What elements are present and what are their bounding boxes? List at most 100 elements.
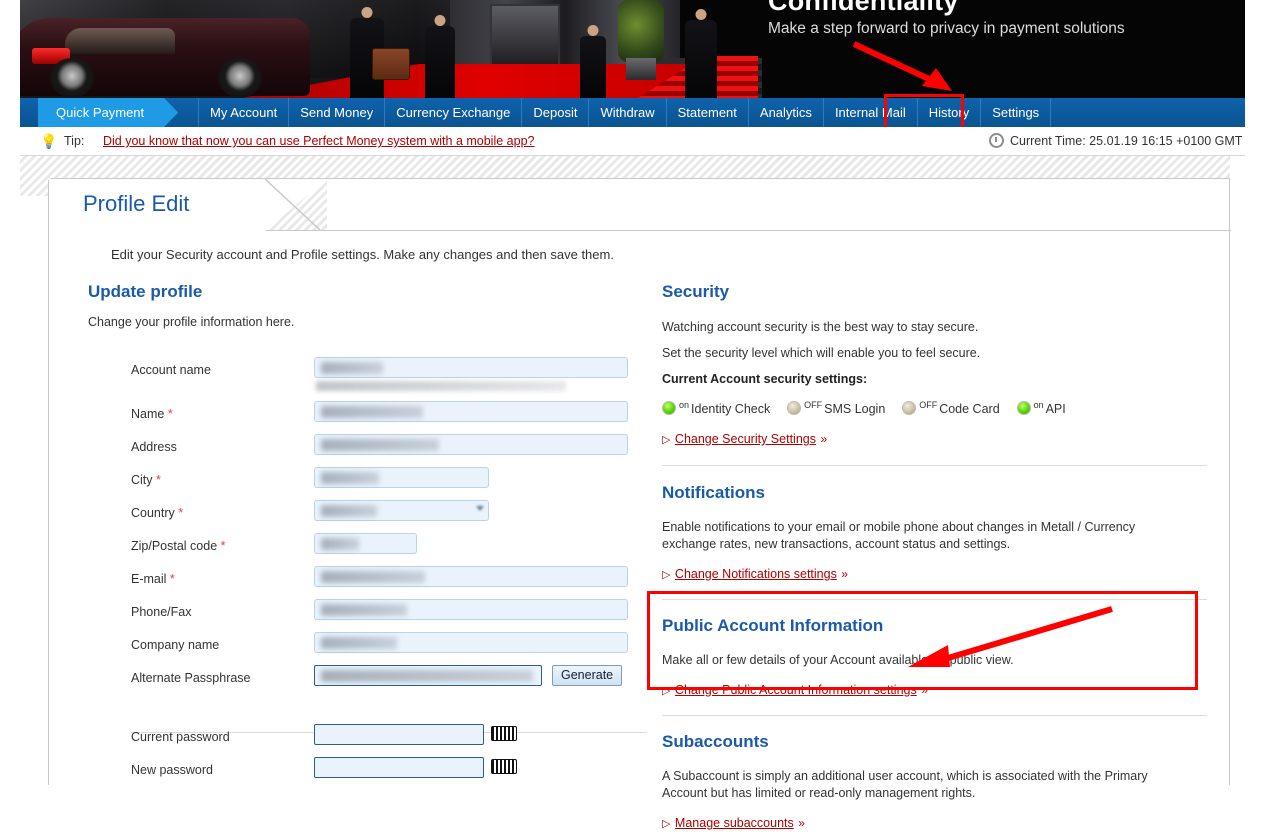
select-country[interactable] [314, 500, 489, 521]
banner-bodyguard [685, 9, 717, 98]
change-security-settings-link[interactable]: Change Security Settings [675, 432, 816, 446]
lightbulb-icon: 💡 [40, 133, 58, 149]
account-name-hint-redacted [316, 381, 566, 391]
required-marker: * [178, 506, 184, 520]
change-notifications-settings-link[interactable]: Change Notifications settings [675, 567, 837, 581]
banner-wheel [50, 58, 94, 98]
redacted-value [321, 362, 383, 374]
nav-item-currency-exchange[interactable]: Currency Exchange [385, 98, 523, 127]
banner-photograph [20, 0, 762, 98]
nav-item-send-money[interactable]: Send Money [289, 98, 386, 127]
virtual-keyboard-icon[interactable] [491, 759, 517, 774]
banner-limousine-open-door [270, 14, 338, 88]
label-city: City * [131, 473, 161, 487]
banner-briefcase [372, 48, 410, 80]
link-chevron: » [820, 432, 828, 446]
page-intro-text: Edit your Security account and Profile s… [111, 247, 614, 262]
banner-subtitle: Make a step forward to privacy in paymen… [768, 20, 1125, 37]
redacted-value [321, 406, 423, 418]
redacted-value [321, 637, 397, 649]
api-state: on [1033, 400, 1044, 410]
identity-check-state: on [679, 400, 690, 410]
nav-item-analytics[interactable]: Analytics [749, 98, 824, 127]
security-line-2: Set the security level which will enable… [662, 346, 981, 360]
banner-bodyguard [425, 15, 455, 98]
label-name: Name * [131, 407, 173, 421]
code-card-state: OFF [919, 400, 938, 410]
input-account-name[interactable] [314, 357, 628, 378]
bullet-icon: ▷ [662, 434, 671, 446]
update-profile-column: Update profile Change your profile infor… [88, 282, 648, 790]
nav-item-statement[interactable]: Statement [667, 98, 749, 127]
chevron-down-icon [476, 506, 484, 511]
security-settings-subheading: Current Account security settings: [662, 372, 868, 386]
code-card-led-off [902, 400, 917, 415]
input-new-password[interactable] [314, 757, 484, 778]
label-current-password: Current password [131, 730, 230, 744]
redacted-value [321, 472, 379, 484]
notifications-link-row: ▷ Change Notifications settings » [662, 565, 1207, 583]
input-alternate-passphrase[interactable] [314, 665, 542, 686]
profile-edit-panel: Profile Edit Edit your Security account … [48, 178, 1231, 830]
form-row-zip: Zip/Postal code * [88, 533, 648, 566]
nav-item-settings[interactable]: Settings [981, 98, 1052, 127]
redacted-value [321, 538, 359, 550]
clock-icon [989, 133, 1004, 148]
input-zip[interactable] [314, 533, 417, 554]
nav-item-my-account[interactable]: My Account [198, 98, 290, 127]
banner-wheel [218, 58, 262, 98]
bullet-icon: ▷ [662, 818, 671, 830]
input-phone-fax[interactable] [314, 599, 628, 620]
nav-item-withdraw[interactable]: Withdraw [589, 98, 667, 127]
settings-links-column: Security Watching account security is th… [662, 282, 1207, 832]
banner-limousine-window [65, 28, 175, 54]
link-chevron: » [841, 567, 848, 581]
manage-subaccounts-link[interactable]: Manage subaccounts [675, 816, 794, 830]
section-divider [662, 465, 1207, 466]
virtual-keyboard-icon[interactable] [491, 726, 517, 741]
identity-check-led-on [662, 400, 676, 415]
label-email: E-mail * [131, 572, 175, 586]
api-led-on [1016, 400, 1031, 415]
arrow-to-settings-annotation [852, 41, 952, 91]
label-phone-fax: Phone/Fax [131, 605, 192, 619]
page-tab-rule [321, 230, 1231, 231]
tip-link[interactable]: Did you know that now you can use Perfec… [103, 134, 534, 148]
update-profile-heading: Update profile [88, 282, 203, 301]
nav-item-quick-payment[interactable]: Quick Payment [38, 98, 178, 127]
code-card-label: Code Card [939, 402, 1000, 416]
tip-bar: 💡 Tip: Did you know that now you can use… [20, 127, 1245, 156]
label-zip: Zip/Postal code * [131, 539, 226, 553]
notifications-heading: Notifications [662, 483, 765, 502]
label-address: Address [131, 440, 177, 454]
required-marker: * [220, 539, 226, 553]
input-company-name[interactable] [314, 632, 628, 653]
main-navigation-bar: Quick Payment My Account Send Money Curr… [20, 98, 1245, 127]
redacted-value [321, 505, 377, 517]
input-city[interactable] [314, 467, 489, 488]
label-new-password: New password [131, 763, 213, 777]
label-country: Country * [131, 506, 184, 520]
form-row-phone-fax: Phone/Fax [88, 599, 648, 632]
section-divider [662, 715, 1207, 716]
input-email[interactable] [314, 566, 628, 587]
link-chevron: » [798, 816, 805, 830]
input-address[interactable] [314, 434, 628, 455]
banner-plant [618, 0, 664, 62]
form-row-address: Address [88, 434, 648, 467]
security-toggle-row: on Identity Check OFF SMS Login OFF Code Ca… [662, 400, 1207, 418]
banner-bodyguard [580, 25, 606, 98]
nav-item-deposit[interactable]: Deposit [522, 98, 590, 127]
redacted-value [321, 604, 407, 616]
banner-text-block: Confidentiality Make a step forward to p… [768, 0, 1228, 38]
required-marker: * [156, 473, 161, 487]
security-link-row: ▷ Change Security Settings » [662, 430, 1207, 448]
form-row-email: E-mail * [88, 566, 648, 599]
generate-passphrase-button[interactable]: Generate [552, 665, 623, 686]
input-current-password[interactable] [314, 724, 484, 745]
input-name[interactable] [314, 401, 628, 422]
banner-plant-pot [626, 58, 656, 80]
banner-title: Confidentiality [768, 0, 959, 16]
required-marker: * [167, 407, 173, 421]
label-company-name: Company name [131, 638, 220, 652]
